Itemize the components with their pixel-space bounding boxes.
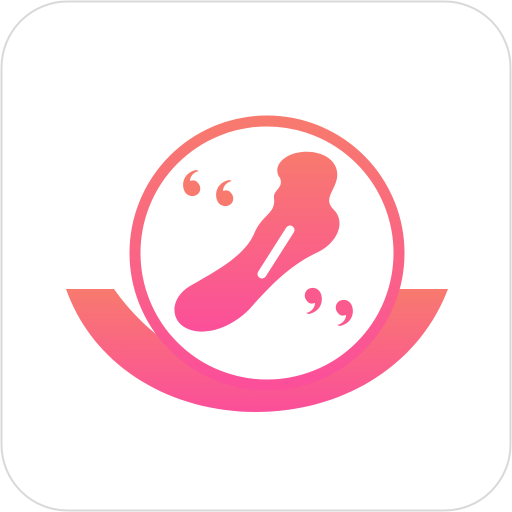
app-icon-stage <box>0 0 512 512</box>
app-icon[interactable] <box>0 0 512 512</box>
